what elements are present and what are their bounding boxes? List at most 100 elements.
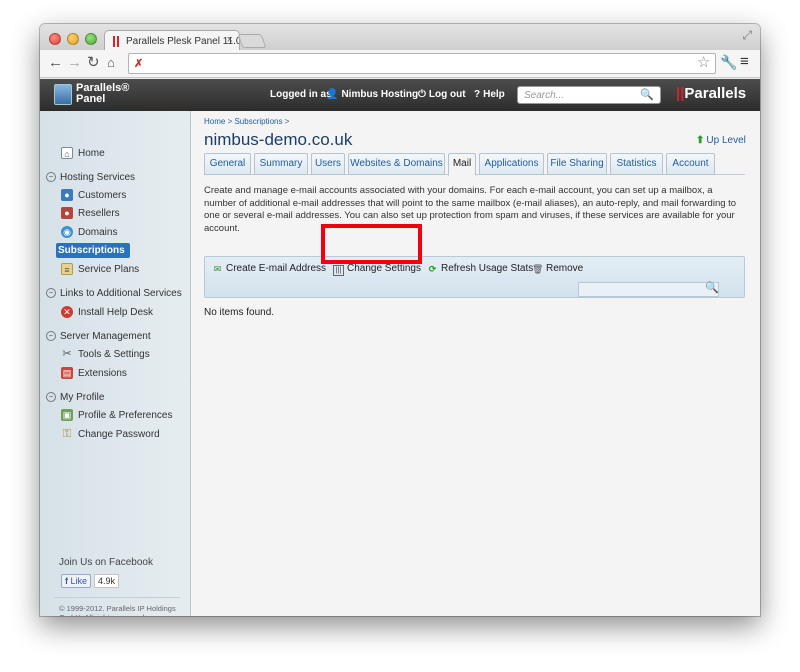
- add-mail-icon: ✉: [213, 264, 222, 274]
- reload-icon[interactable]: ↻: [87, 54, 100, 72]
- create-email-label: Create E-mail Address: [226, 263, 327, 274]
- create-email-address-button[interactable]: ✉ Create E-mail Address: [212, 262, 326, 275]
- facebook-like-button[interactable]: f Like: [61, 574, 92, 588]
- title-bar: Parallels Plesk Panel 11.0.9 × ⤢: [40, 24, 760, 52]
- sidebar-item-profile-preferences[interactable]: ▣ Profile & Preferences: [61, 408, 173, 423]
- profile-icon: ▣: [61, 409, 73, 422]
- current-user[interactable]: 👤 Nimbus Hosting: [326, 89, 418, 100]
- sidebar-item-extensions[interactable]: ▤ Extensions: [61, 366, 127, 381]
- power-icon: ⏻: [418, 89, 426, 100]
- sidebar-item-label: Change Password: [78, 429, 160, 440]
- user-icon: 👤: [326, 89, 339, 100]
- tab-statistics[interactable]: Statistics: [610, 153, 663, 175]
- minimize-window-button[interactable]: [67, 33, 79, 45]
- browser-window: Parallels Plesk Panel 11.0.9 × ⤢ ← → ↻ ⌂…: [40, 24, 760, 616]
- sidebar-item-label: Customers: [78, 190, 127, 201]
- sidebar-item-home[interactable]: ⌂ Home: [61, 146, 105, 161]
- facebook-icon: f: [65, 576, 68, 586]
- wrench-icon[interactable]: 🔧: [720, 54, 737, 71]
- collapse-icon[interactable]: −: [46, 392, 56, 403]
- sidebar-group-title: Links to Additional Services: [60, 288, 182, 299]
- tab-websites-domains[interactable]: Websites & Domains: [348, 153, 445, 175]
- tab-applications[interactable]: Applications: [479, 153, 544, 175]
- tools-icon: ✂: [62, 348, 72, 361]
- facebook-like-count: 4.9k: [94, 574, 120, 588]
- sidebar-item-domains[interactable]: ◉ Domains: [61, 225, 117, 240]
- new-tab-button[interactable]: [237, 34, 267, 48]
- sidebar-item-service-plans[interactable]: ≡ Service Plans: [61, 262, 139, 277]
- search-icon[interactable]: 🔍: [705, 281, 719, 294]
- key-icon: ⚿: [62, 428, 72, 441]
- sidebar-item-resellers[interactable]: ● Resellers: [61, 206, 120, 221]
- logout-link[interactable]: ⏻ Log out: [418, 89, 466, 100]
- up-level-link[interactable]: ⬆ Up Level: [696, 135, 746, 146]
- page-title: nimbus-demo.co.uk: [204, 130, 353, 149]
- collapse-icon[interactable]: −: [46, 172, 56, 183]
- logout-label: Log out: [428, 89, 466, 100]
- tab-close-icon[interactable]: ×: [227, 34, 233, 46]
- plesk-logo-icon: [54, 84, 72, 105]
- zoom-window-button[interactable]: [85, 33, 97, 45]
- fullscreen-icon[interactable]: ⤢: [742, 28, 752, 43]
- mail-actions-panel: ✉ Create E-mail Address ||| Change Setting…: [204, 256, 745, 298]
- home-icon[interactable]: ⌂: [107, 54, 115, 72]
- sidebar-item-label: Extensions: [78, 368, 127, 379]
- extensions-icon: ▤: [61, 367, 73, 380]
- facebook-like-widget[interactable]: f Like 4.9k: [61, 574, 120, 589]
- header-search-input[interactable]: Search... 🔍: [517, 86, 661, 104]
- sidebar: ⌂ Home − Hosting Services ● Customers ● Rese…: [40, 111, 191, 616]
- sidebar-item-change-password[interactable]: ⚿ Change Password: [61, 427, 160, 442]
- browser-tab[interactable]: Parallels Plesk Panel 11.0.9 ×: [104, 30, 240, 52]
- settings-sliders-icon: |||: [333, 265, 344, 276]
- sidebar-item-subscriptions[interactable]: Subscriptions: [56, 243, 130, 258]
- trash-icon: 🗑: [532, 264, 544, 274]
- close-window-button[interactable]: [49, 33, 61, 45]
- sidebar-item-label: Tools & Settings: [78, 349, 150, 360]
- refresh-usage-stats-button[interactable]: ⟳ Refresh Usage Stats: [427, 262, 534, 275]
- list-search-input[interactable]: [578, 282, 719, 297]
- sidebar-item-label: Install Help Desk: [78, 307, 154, 318]
- help-desk-icon: ✕: [61, 306, 73, 319]
- forward-arrow-icon[interactable]: →: [67, 54, 82, 72]
- parallels-favicon-icon: [113, 36, 119, 47]
- address-bar[interactable]: ✗: [128, 53, 716, 74]
- user-name: Nimbus Hosting: [341, 89, 419, 100]
- sidebar-group-title: Hosting Services: [60, 172, 136, 183]
- back-arrow-icon[interactable]: ←: [48, 54, 63, 72]
- logo-line-2: Panel: [76, 93, 106, 105]
- help-link[interactable]: ? Help: [474, 89, 505, 100]
- tab-account[interactable]: Account: [666, 153, 715, 175]
- remove-button[interactable]: 🗑 Remove: [532, 262, 583, 275]
- help-label: Help: [483, 89, 505, 100]
- parallels-brand-logo: ||Parallels: [676, 85, 747, 102]
- sidebar-group-additional-services[interactable]: − Links to Additional Services: [46, 287, 182, 301]
- globe-icon: ◉: [61, 226, 73, 239]
- page-error-icon: ✗: [134, 58, 144, 70]
- sidebar-group-my-profile[interactable]: − My Profile: [46, 391, 104, 405]
- sidebar-item-customers[interactable]: ● Customers: [61, 188, 126, 203]
- tab-mail[interactable]: Mail: [448, 153, 476, 176]
- sidebar-item-install-help-desk[interactable]: ✕ Install Help Desk: [61, 305, 153, 320]
- refresh-label: Refresh Usage Stats: [441, 263, 534, 274]
- sidebar-item-tools-settings[interactable]: ✂ Tools & Settings: [61, 347, 150, 362]
- sidebar-divider: [54, 597, 180, 598]
- collapse-icon[interactable]: −: [46, 331, 56, 342]
- tab-general[interactable]: General: [204, 153, 251, 175]
- facebook-like-label: Like: [70, 576, 88, 586]
- main-content: Home > Subscriptions > nimbus-demo.co.uk…: [191, 111, 760, 616]
- tab-title: Parallels Plesk Panel 11.0.9: [126, 36, 240, 47]
- collapse-icon[interactable]: −: [46, 288, 56, 299]
- tab-file-sharing[interactable]: File Sharing: [547, 153, 607, 175]
- sidebar-group-server-management[interactable]: − Server Management: [46, 330, 151, 344]
- tab-summary[interactable]: Summary: [254, 153, 308, 175]
- sidebar-group-hosting-services[interactable]: − Hosting Services: [46, 171, 135, 185]
- menu-icon[interactable]: ≡: [740, 53, 749, 70]
- bookmark-star-icon[interactable]: ☆: [697, 53, 710, 71]
- refresh-icon: ⟳: [428, 264, 437, 274]
- sidebar-item-label: Profile & Preferences: [78, 410, 173, 421]
- search-icon[interactable]: 🔍: [640, 88, 654, 101]
- breadcrumb[interactable]: Home > Subscriptions >: [204, 117, 289, 126]
- plesk-logo[interactable]: Parallels® Panel: [76, 83, 129, 105]
- tab-users[interactable]: Users: [311, 153, 345, 175]
- highlight-box: [321, 224, 422, 264]
